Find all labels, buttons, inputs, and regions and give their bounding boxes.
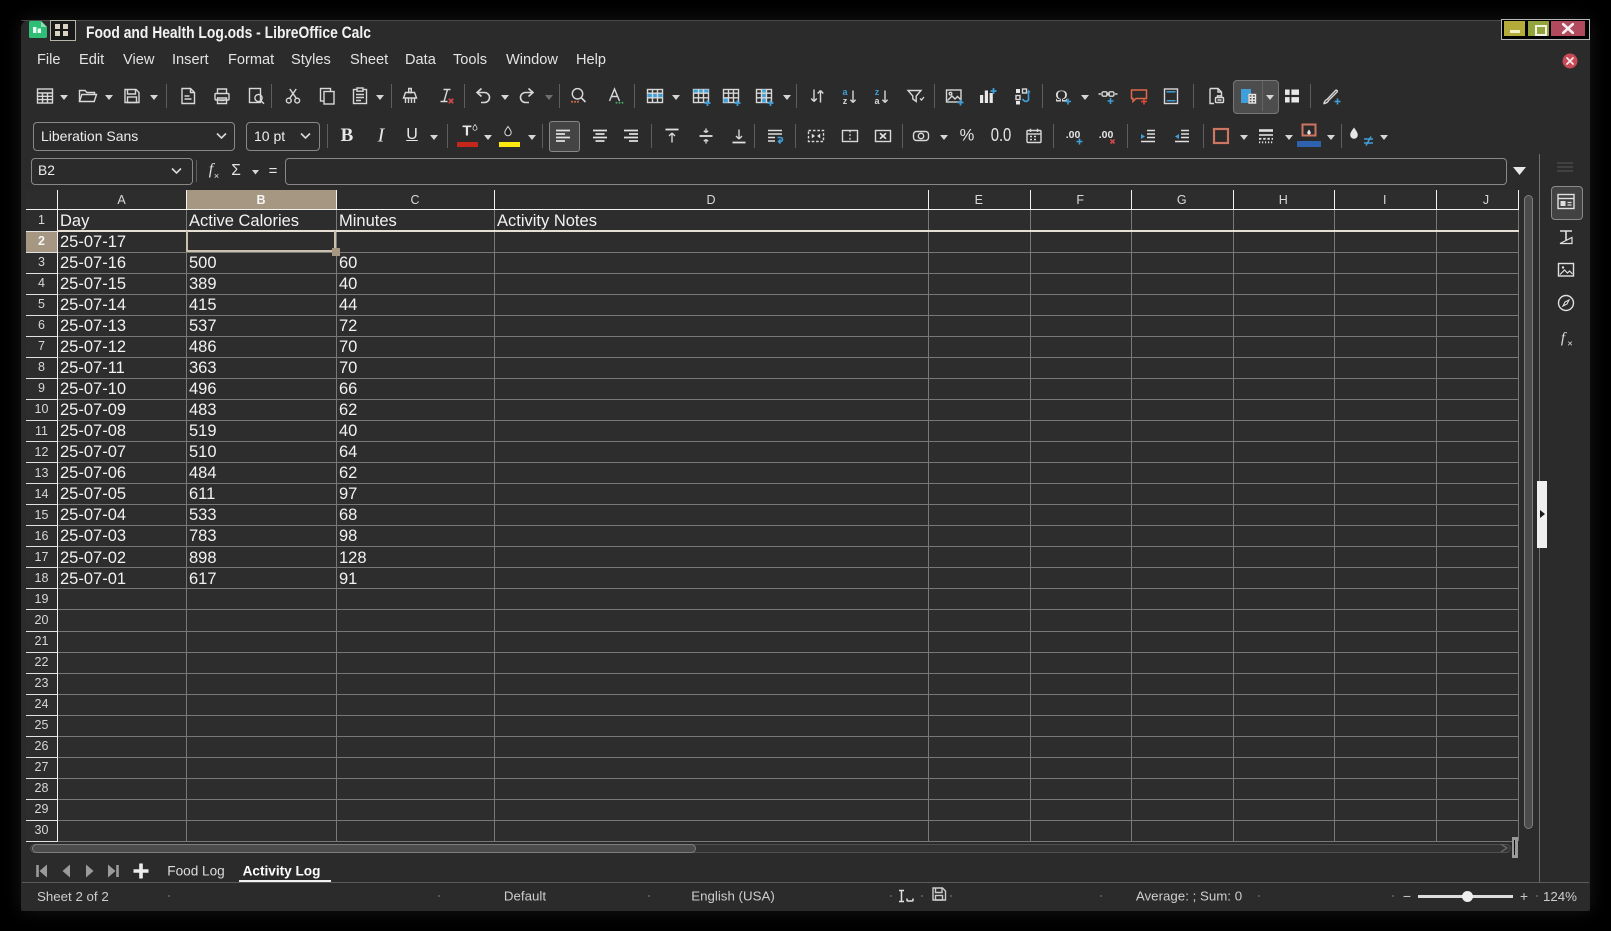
svg-text:.00: .00 — [1066, 129, 1081, 141]
svg-text:Ω: Ω — [1055, 87, 1068, 106]
svg-text:z: z — [843, 96, 848, 106]
svg-text:a: a — [874, 96, 880, 106]
